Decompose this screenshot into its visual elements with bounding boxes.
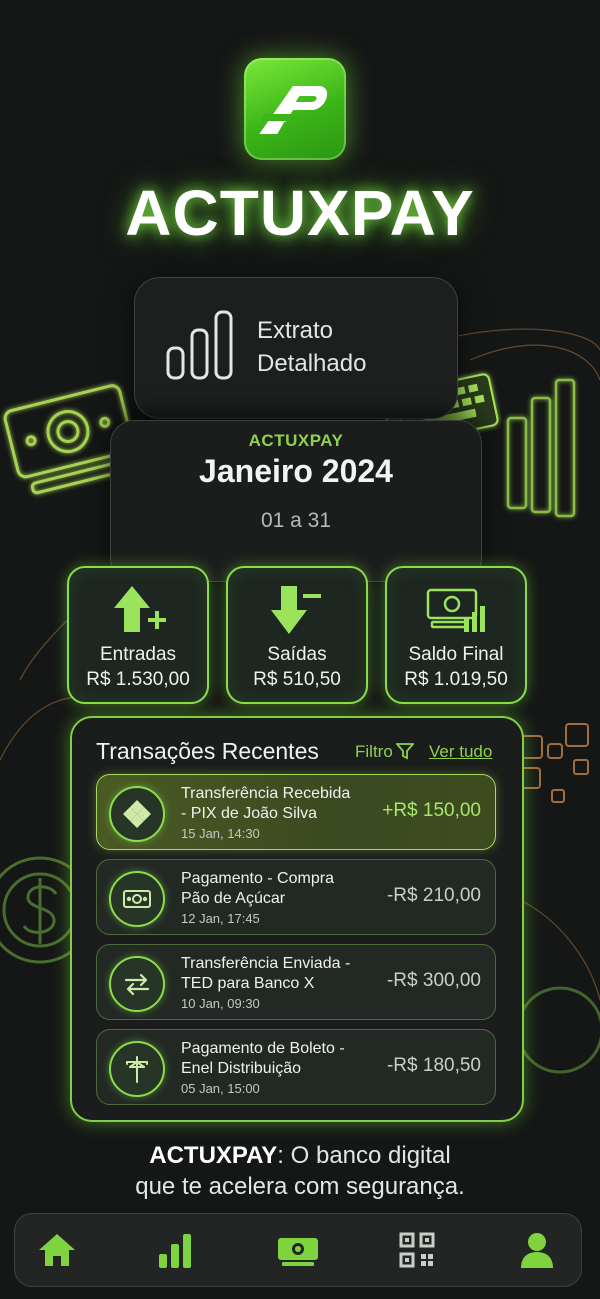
filter-label: Filtro — [355, 742, 393, 761]
summary-label: Entradas — [99, 644, 177, 665]
statement-title-line1: Extrato — [257, 317, 334, 344]
nav-profile[interactable] — [515, 1228, 559, 1272]
chart-icon — [159, 1234, 191, 1268]
tagline-line2: que te acelera com segurança. — [135, 1173, 465, 1200]
transaction-subtitle: TED para Banco X — [181, 975, 315, 992]
tagline-brand: ACTUXPAY — [149, 1142, 278, 1169]
qr-code-icon — [399, 1232, 435, 1268]
nav-stats[interactable] — [153, 1228, 197, 1272]
transaction-icon-badge — [109, 786, 165, 842]
transaction-icon-badge — [109, 1041, 165, 1097]
bar-chart-icon — [166, 310, 233, 380]
transaction-icon-badge — [109, 956, 165, 1012]
period-card: ACTUXPAY Janeiro 2024 01 a 31 — [110, 420, 482, 582]
summary-value: R$ 510,50 — [253, 669, 341, 690]
summary-card-expenses[interactable]: Saídas R$ 510,50 — [226, 566, 368, 704]
transaction-title: Pagamento - Compra — [181, 870, 334, 887]
transaction-amount: -R$ 300,00 — [386, 970, 481, 991]
transaction-title: Transferência Enviada - — [181, 955, 351, 972]
transaction-subtitle: Pão de Açúcar — [181, 890, 286, 907]
app-title: ACTUXPAY — [125, 177, 475, 249]
transaction-title: Pagamento de Boleto - — [181, 1040, 345, 1057]
summary-card-income[interactable]: Entradas R$ 1.530,00 — [67, 566, 209, 704]
transaction-title: Transferência Recebida — [181, 785, 351, 802]
transaction-subtitle: Enel Distribuição — [181, 1060, 302, 1077]
app-logo — [244, 58, 346, 160]
nav-home[interactable] — [35, 1228, 79, 1272]
banknote-icon — [123, 890, 151, 908]
summary-value: R$ 1.530,00 — [86, 669, 190, 690]
pix-icon — [123, 800, 151, 828]
transfer-arrows-icon — [124, 973, 150, 996]
statement-title-line2: Detalhado — [257, 350, 367, 377]
transaction-date: 15 Jan, 14:30 — [181, 826, 260, 841]
utility-pole-icon — [126, 1056, 148, 1083]
transaction-icon-badge — [109, 871, 165, 927]
transaction-date: 12 Jan, 17:45 — [181, 911, 260, 926]
transaction-row[interactable]: Pagamento - Compra Pão de Açúcar 12 Jan,… — [96, 859, 496, 935]
transactions-panel: Transações Recentes Filtro Ver tudo Tran… — [70, 716, 524, 1122]
transaction-row[interactable]: Pagamento de Boleto - Enel Distribuição … — [96, 1029, 496, 1105]
transaction-amount: -R$ 210,00 — [386, 885, 481, 906]
home-icon — [39, 1234, 75, 1266]
summary-label: Saldo Final — [408, 644, 504, 665]
transaction-row[interactable]: Transferência Enviada - TED para Banco X… — [96, 944, 496, 1020]
nav-money[interactable] — [276, 1228, 320, 1272]
transaction-date: 10 Jan, 09:30 — [181, 996, 260, 1011]
transaction-date: 05 Jan, 15:00 — [181, 1081, 260, 1096]
arrow-up-plus-icon — [114, 586, 166, 632]
arrow-down-minus-icon — [271, 586, 321, 634]
period-brand: ACTUXPAY — [248, 431, 344, 450]
tagline-line1: : O banco digital — [277, 1142, 451, 1169]
transactions-title: Transações Recentes — [96, 738, 319, 764]
bars-decoration-icon — [506, 378, 576, 518]
tagline: ACTUXPAY: O banco digital que te acelera… — [0, 1140, 600, 1202]
money-chart-icon — [426, 588, 485, 632]
transaction-row[interactable]: Transferência Recebida - PIX de João Sil… — [96, 774, 496, 850]
transaction-subtitle: - PIX de João Silva — [181, 805, 318, 822]
bottom-nav — [14, 1213, 582, 1287]
qr-decoration-icon — [519, 723, 589, 803]
summary-value: R$ 1.019,50 — [404, 669, 508, 690]
money-icon — [278, 1238, 318, 1266]
summary-label: Saídas — [267, 644, 327, 665]
transaction-amount: +R$ 150,00 — [382, 800, 481, 821]
period-month: Janeiro 2024 — [199, 453, 393, 489]
nav-qr[interactable] — [395, 1228, 439, 1272]
coin-decoration-right-icon — [516, 986, 600, 1074]
summary-card-balance[interactable]: Saldo Final R$ 1.019,50 — [385, 566, 527, 704]
transaction-amount: -R$ 180,50 — [386, 1055, 481, 1076]
filter-icon — [394, 743, 415, 760]
period-range: 01 a 31 — [260, 509, 332, 532]
see-all-link[interactable]: Ver tudo — [429, 742, 492, 762]
statement-card[interactable]: Extrato Detalhado — [134, 277, 458, 419]
profile-icon — [521, 1233, 553, 1268]
filter-button[interactable]: Filtro — [355, 742, 415, 762]
